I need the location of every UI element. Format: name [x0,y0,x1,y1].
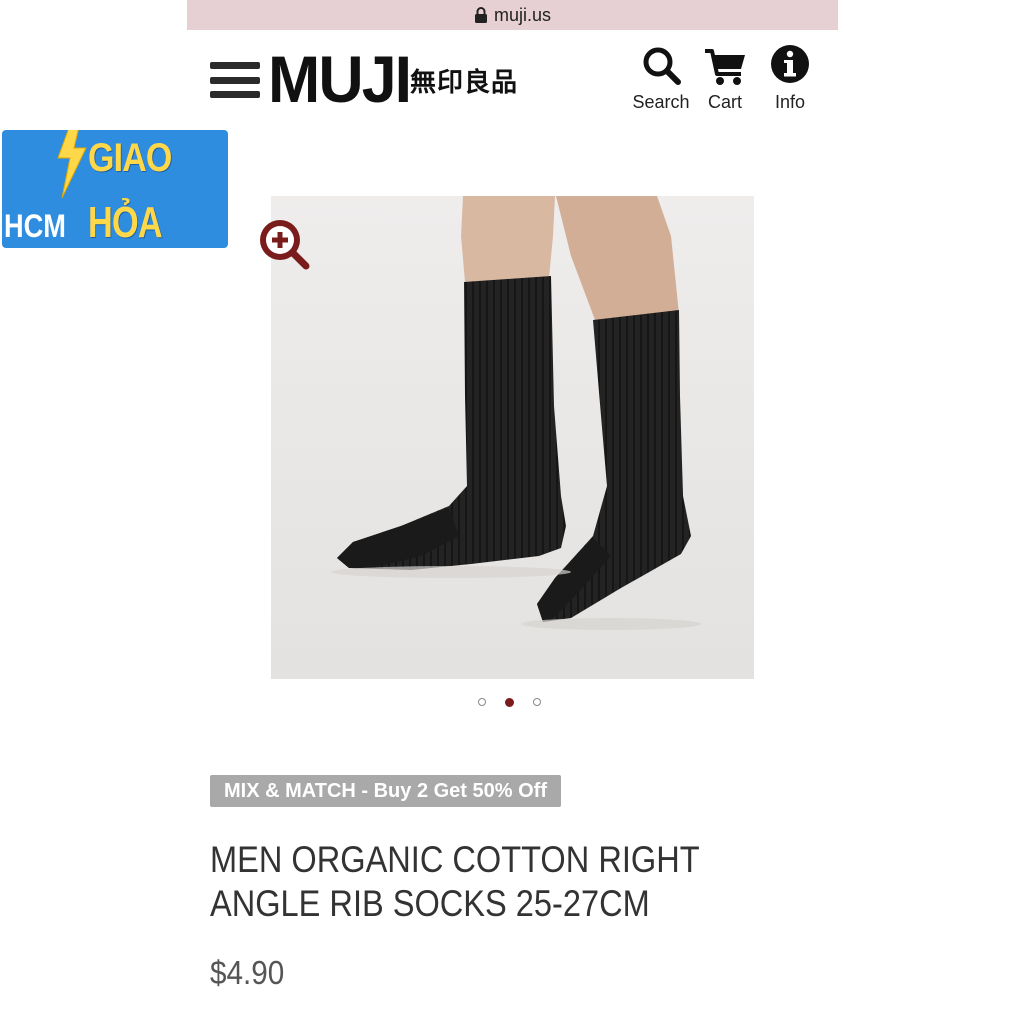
product-title-line-2: ANGLE RIB SOCKS 25-27CM [210,883,650,924]
sticker-line-3: HỎA TỐC [88,198,161,247]
menu-icon[interactable] [210,62,260,98]
info-icon [771,45,809,83]
nav-info-label: Info [774,92,806,112]
nav-info[interactable]: Info [755,44,825,113]
carousel-dots [478,698,541,707]
browser-url-bar[interactable]: muji.us [187,0,838,30]
nav-search[interactable]: Search [626,44,696,113]
express-delivery-sticker: GIAO HCM HỎA TỐC [2,130,228,248]
nav-search-label: Search [632,92,690,112]
sticker-line-1: GIAO [88,136,172,180]
search-icon [643,47,681,85]
muji-logo[interactable]: MUJI [268,44,412,114]
product-price: $4.90 [210,954,285,991]
carousel-dot-2[interactable] [505,698,514,707]
product-photo-socks [271,196,754,679]
lock-icon [474,7,487,23]
nav-cart-label: Cart [707,92,742,112]
zoom-in-icon[interactable] [256,216,312,272]
carousel-dot-3[interactable] [533,698,541,706]
cart-icon [705,49,745,85]
product-title: MEN ORGANIC COTTON RIGHT ANGLE RIB SOCKS… [210,838,700,926]
nav-cart[interactable]: Cart [690,44,760,113]
url-text: muji.us [493,4,551,25]
promo-badge[interactable]: MIX & MATCH - Buy 2 Get 50% Off [210,775,561,807]
product-title-line-1: MEN ORGANIC COTTON RIGHT [210,839,700,880]
carousel-dot-1[interactable] [478,698,486,706]
lightning-bolt-icon [57,130,87,198]
sticker-line-2: HCM [4,208,66,244]
muji-logo-japanese: 無印良品 [410,68,519,98]
product-image[interactable] [271,196,754,679]
